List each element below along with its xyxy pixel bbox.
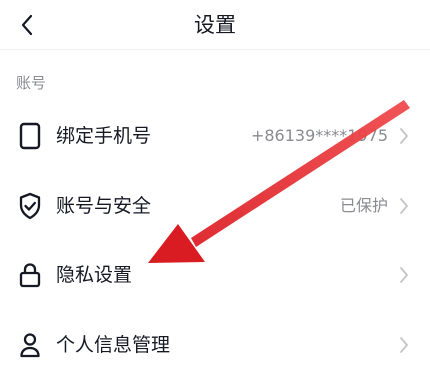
settings-item-account-security[interactable]: 账号与安全 已保护 xyxy=(0,176,430,236)
settings-item-label: 账号与安全 xyxy=(56,195,152,217)
settings-screen: 设置 账号 绑定手机号 +86139****1975 账号与安全 已保护 隐私设… xyxy=(0,0,430,366)
settings-item-personal-info[interactable]: 个人信息管理 xyxy=(0,315,430,366)
settings-item-label: 个人信息管理 xyxy=(56,334,171,356)
section-label-account: 账号 xyxy=(16,74,47,92)
lock-icon xyxy=(14,259,46,291)
page-title: 设置 xyxy=(194,13,236,37)
chevron-right-icon xyxy=(394,126,414,146)
chevron-right-icon xyxy=(394,335,414,355)
chevron-left-icon xyxy=(21,14,33,36)
header-divider xyxy=(0,49,430,50)
chevron-right-icon xyxy=(394,196,414,216)
top-bar: 设置 xyxy=(0,0,430,50)
back-button[interactable] xyxy=(10,8,44,42)
phone-icon xyxy=(14,120,46,152)
settings-item-privacy[interactable]: 隐私设置 xyxy=(0,245,430,305)
settings-item-bind-phone[interactable]: 绑定手机号 +86139****1975 xyxy=(0,106,430,166)
settings-item-label: 隐私设置 xyxy=(56,264,133,286)
shield-check-icon xyxy=(14,190,46,222)
settings-item-label: 绑定手机号 xyxy=(56,125,152,147)
settings-item-value: +86139****1975 xyxy=(250,126,388,145)
settings-item-value: 已保护 xyxy=(339,196,388,215)
person-icon xyxy=(14,329,46,361)
chevron-right-icon xyxy=(394,265,414,285)
